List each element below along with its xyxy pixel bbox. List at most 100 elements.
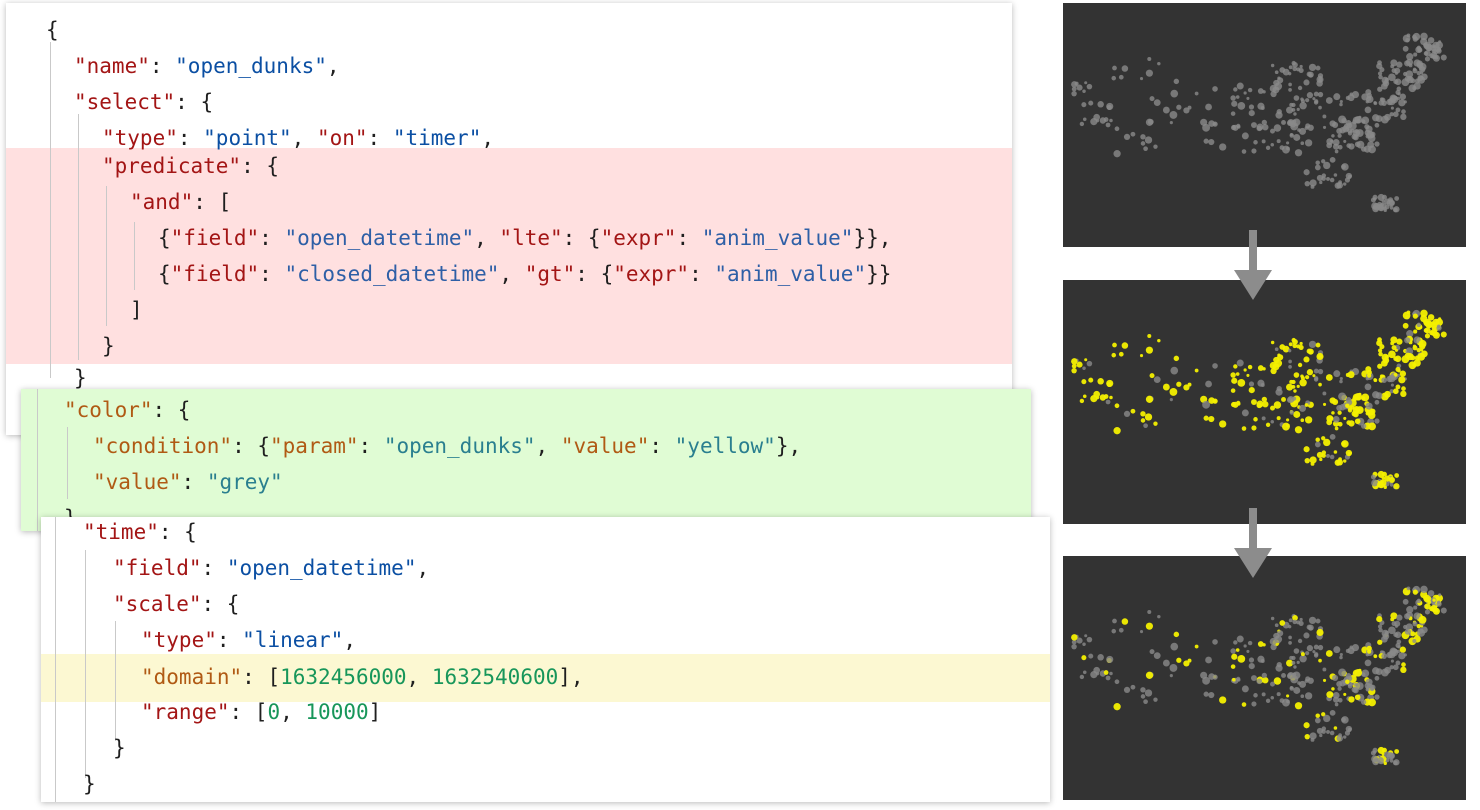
open-dunk-point bbox=[1237, 655, 1246, 663]
dunk-point bbox=[1392, 664, 1399, 671]
dunk-point bbox=[1345, 172, 1353, 180]
dunk-point bbox=[1432, 45, 1436, 49]
dunk-point bbox=[1241, 149, 1247, 154]
dunk-point bbox=[1293, 686, 1301, 694]
dunk-point bbox=[1246, 649, 1250, 653]
open-dunk-point bbox=[1114, 403, 1120, 409]
dunk-point bbox=[1336, 127, 1343, 134]
dunk-point bbox=[1304, 180, 1310, 187]
dunk-point bbox=[1274, 623, 1279, 628]
json-string: "grey" bbox=[206, 470, 283, 494]
open-dunk-point bbox=[1208, 415, 1215, 423]
open-dunk-point bbox=[1145, 622, 1153, 630]
dunk-point bbox=[1381, 100, 1387, 106]
open-dunk-point bbox=[1306, 348, 1312, 354]
dunk-point bbox=[1300, 694, 1305, 699]
dunk-point bbox=[1306, 624, 1312, 630]
dunk-point bbox=[1315, 65, 1321, 71]
open-dunk-point bbox=[1173, 355, 1180, 362]
dunk-point bbox=[1145, 118, 1154, 126]
dunk-point bbox=[1338, 668, 1347, 677]
dunk-point bbox=[1121, 65, 1129, 72]
dunk-point bbox=[1364, 659, 1372, 667]
json-number: 0 bbox=[267, 700, 281, 724]
dunk-point bbox=[1354, 130, 1358, 134]
dunk-point bbox=[1341, 163, 1349, 171]
dunk-point bbox=[1241, 685, 1249, 693]
open-dunk-point bbox=[1367, 649, 1372, 654]
open-dunk-point bbox=[1343, 692, 1347, 696]
open-dunk-point bbox=[1394, 473, 1400, 478]
dunk-point bbox=[1140, 694, 1146, 699]
open-dunk-point bbox=[1219, 696, 1227, 704]
json-key: "on" bbox=[316, 126, 368, 150]
open-dunk-point bbox=[1427, 314, 1435, 321]
dunk-point bbox=[1088, 100, 1094, 106]
dunk-point bbox=[1205, 656, 1212, 664]
dunk-point bbox=[1303, 169, 1310, 176]
open-dunk-point bbox=[1270, 340, 1275, 345]
dunk-point bbox=[1297, 85, 1303, 91]
dunk-point bbox=[1106, 102, 1114, 110]
dunk-point bbox=[1347, 647, 1355, 655]
dunk-point bbox=[1402, 598, 1409, 605]
json-number: 1632540600 bbox=[431, 665, 559, 689]
map-thumbnail-middle bbox=[1063, 280, 1466, 524]
code-line-domain: "domain": [1632456000, 1632540600], bbox=[141, 665, 584, 689]
open-dunk-point bbox=[1294, 702, 1303, 710]
dunk-point bbox=[1417, 628, 1426, 637]
dunk-point bbox=[1424, 50, 1431, 57]
open-dunk-point bbox=[1169, 388, 1178, 396]
dunk-point bbox=[1317, 368, 1324, 375]
dunk-point bbox=[1153, 697, 1158, 702]
dunk-point bbox=[1322, 114, 1327, 119]
open-dunk-point bbox=[1237, 379, 1246, 387]
dunk-point bbox=[1230, 648, 1236, 654]
open-dunk-point bbox=[1396, 338, 1403, 345]
json-key: "value" bbox=[93, 470, 182, 494]
dunk-point bbox=[1162, 106, 1170, 114]
open-dunk-point bbox=[1434, 332, 1439, 337]
dunk-point bbox=[1147, 610, 1152, 615]
open-dunk-point bbox=[1162, 383, 1170, 391]
dunk-point bbox=[1365, 678, 1373, 686]
dunk-point bbox=[1365, 402, 1373, 410]
dunk-point bbox=[1387, 650, 1396, 659]
dunk-point bbox=[1276, 692, 1281, 697]
dunk-point bbox=[1360, 699, 1367, 705]
dunk-point bbox=[1162, 659, 1170, 667]
dunk-point bbox=[1339, 99, 1343, 104]
dunk-point bbox=[1130, 684, 1136, 690]
dunk-point bbox=[1086, 83, 1093, 90]
open-dunk-point bbox=[1079, 398, 1085, 404]
open-dunk-point bbox=[1194, 368, 1199, 373]
dunk-point bbox=[1205, 103, 1212, 111]
dunk-point bbox=[1205, 380, 1212, 388]
dunk-point bbox=[1288, 640, 1292, 645]
dunk-point bbox=[1360, 423, 1367, 429]
dunk-point bbox=[1237, 102, 1246, 110]
open-dunk-point bbox=[1354, 418, 1361, 425]
dunk-point bbox=[1389, 758, 1394, 763]
dunk-point bbox=[1374, 694, 1380, 700]
open-dunk-point bbox=[1354, 668, 1363, 677]
open-dunk-point bbox=[1423, 596, 1430, 602]
dunk-point bbox=[1436, 601, 1442, 607]
dunk-point bbox=[1170, 89, 1179, 98]
dunk-point bbox=[1194, 91, 1199, 96]
open-dunk-point bbox=[1071, 358, 1078, 365]
dunk-point bbox=[1275, 111, 1283, 119]
dunk-point bbox=[1339, 655, 1343, 660]
dunk-point bbox=[1173, 78, 1180, 85]
dunk-point bbox=[1235, 95, 1240, 99]
dunk-point bbox=[1418, 62, 1427, 71]
open-dunk-point bbox=[1303, 356, 1310, 363]
open-dunk-point bbox=[1203, 415, 1209, 421]
json-key: "domain" bbox=[141, 665, 243, 689]
dunk-point bbox=[1082, 366, 1086, 370]
dunk-point bbox=[1404, 337, 1411, 344]
dunk-point bbox=[1149, 96, 1155, 102]
open-dunk-point bbox=[1256, 402, 1263, 409]
open-dunk-point bbox=[1354, 392, 1363, 401]
dunk-point bbox=[1114, 679, 1120, 685]
